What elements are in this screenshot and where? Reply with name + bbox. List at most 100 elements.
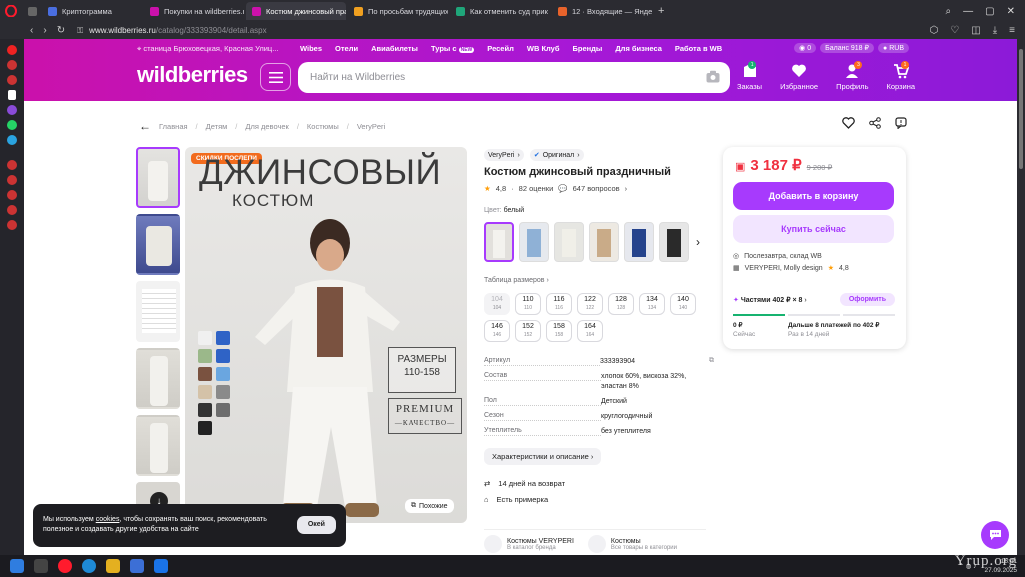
- menu-icon[interactable]: ≡: [1009, 25, 1015, 36]
- back-icon[interactable]: ‹: [30, 25, 33, 36]
- color-option[interactable]: [484, 222, 514, 262]
- cookie-link[interactable]: cookies: [96, 516, 120, 523]
- telegram-icon[interactable]: [7, 135, 17, 145]
- geo-location[interactable]: ⌖ станица Брюховецкая, Красная Улиц...: [137, 44, 278, 54]
- task-view-icon[interactable]: [34, 559, 48, 573]
- opera-taskbar-icon[interactable]: [58, 559, 72, 573]
- url-field[interactable]: ⚿ www.wildberries.ru/catalog/333393904/d…: [77, 26, 267, 36]
- currency-pill[interactable]: ● RUB: [877, 43, 909, 53]
- thumbnail[interactable]: [136, 147, 180, 208]
- settings-icon[interactable]: [7, 220, 17, 230]
- breadcrumb-item[interactable]: Детям: [206, 122, 228, 131]
- main-product-image[interactable]: СКИДКИ ПОСЛЕПИ ДЖИНСОВЫЙ КОСТЮМ РАЗМЕРЫ …: [185, 147, 467, 523]
- thumbnail[interactable]: [136, 281, 180, 342]
- opera-ai-icon[interactable]: [7, 45, 17, 55]
- header-action-2[interactable]: Избранное: [780, 63, 818, 91]
- top-nav-link[interactable]: Wibes: [300, 44, 322, 53]
- browser-tab[interactable]: По просьбам трудящих: [348, 2, 448, 20]
- size-option[interactable]: 122 122: [577, 293, 603, 315]
- size-option[interactable]: 146 146: [484, 320, 510, 342]
- size-option[interactable]: 140 140: [670, 293, 696, 315]
- seller-link[interactable]: VERYPERI, Molly design: [745, 265, 823, 272]
- buy-now-button[interactable]: Купить сейчас: [733, 215, 894, 243]
- back-arrow-icon[interactable]: ←: [139, 119, 151, 133]
- top-nav-link[interactable]: Для бизнеса: [615, 44, 662, 53]
- header-action-3[interactable]: 3 Профиль: [836, 61, 868, 91]
- thumbnail[interactable]: [136, 348, 180, 409]
- breadcrumb-item[interactable]: Костюмы: [307, 122, 339, 131]
- size-option[interactable]: 110 110: [515, 293, 541, 315]
- balance-pill[interactable]: Баланс 918 ₽: [820, 43, 874, 53]
- reviews-link[interactable]: 82 оценки: [519, 184, 554, 193]
- top-nav-link[interactable]: Отели: [335, 44, 358, 53]
- close-window-icon[interactable]: ✕: [1007, 6, 1015, 17]
- top-nav-link[interactable]: Авиабилеты: [371, 44, 418, 53]
- report-icon[interactable]: [895, 117, 907, 129]
- chat-button[interactable]: [981, 521, 1009, 549]
- size-option[interactable]: 134 134: [639, 293, 665, 315]
- size-option[interactable]: 128 128: [608, 293, 634, 315]
- search-tabs-icon[interactable]: ⌕: [946, 6, 952, 17]
- forward-icon[interactable]: ›: [43, 25, 46, 36]
- new-tab-button[interactable]: +: [652, 2, 670, 20]
- browser-tab[interactable]: 12 · Входящие — Яндек: [552, 2, 652, 20]
- color-option[interactable]: [589, 222, 619, 262]
- browser-tab[interactable]: Как отменить суд прик: [450, 2, 550, 20]
- header-action-1[interactable]: 1 Заказы: [737, 61, 762, 91]
- vpn-icon[interactable]: ⬡: [930, 25, 939, 36]
- related-link[interactable]: Костюмы Все товары в категории: [587, 535, 677, 553]
- size-option[interactable]: 116 116: [546, 293, 572, 315]
- browser-tab[interactable]: Криптограмма: [42, 2, 142, 20]
- size-table-link[interactable]: Таблица размеров ›: [484, 277, 549, 284]
- speed-dial-icon[interactable]: [7, 60, 17, 70]
- page-scrollbar[interactable]: [1017, 39, 1025, 555]
- bookmark-icon[interactable]: ♡: [950, 25, 959, 36]
- opera-menu-icon[interactable]: [0, 0, 22, 22]
- questions-link[interactable]: 647 вопросов: [573, 184, 620, 193]
- wallet-pill[interactable]: ◉ 0: [794, 43, 817, 53]
- cookie-ok-button[interactable]: Окей: [296, 516, 336, 534]
- installments-button[interactable]: Оформить: [839, 293, 895, 306]
- color-option[interactable]: [624, 222, 654, 262]
- size-option[interactable]: 104 104: [484, 293, 510, 315]
- search-input[interactable]: Найти на Wildberries: [298, 62, 730, 93]
- heart-icon[interactable]: [842, 117, 855, 129]
- similar-button[interactable]: ⧉ Похожие: [405, 499, 454, 513]
- downloads-sidebar-icon[interactable]: [7, 205, 17, 215]
- history-icon[interactable]: [7, 160, 17, 170]
- edge-icon[interactable]: [82, 559, 96, 573]
- breadcrumb-item[interactable]: Главная: [159, 122, 188, 131]
- add-to-cart-button[interactable]: Добавить в корзину: [733, 182, 894, 210]
- browser-tab[interactable]: Покупки на wildberries.ru: [144, 2, 244, 20]
- installments-label[interactable]: Частями 402 ₽ × 8: [741, 297, 803, 304]
- browser-tab[interactable]: Костюм джинсовый пра: [246, 2, 346, 20]
- catalog-menu-button[interactable]: [260, 63, 291, 91]
- clock-icon[interactable]: [7, 175, 17, 185]
- downloads-icon[interactable]: ⤓: [993, 25, 997, 36]
- brand-chip[interactable]: VeryPeri ›: [484, 149, 524, 161]
- related-link[interactable]: Костюмы VERYPERI В каталог бренда: [484, 535, 574, 553]
- maximize-icon[interactable]: ▢: [985, 6, 994, 17]
- top-nav-link[interactable]: Бренды: [573, 44, 603, 53]
- color-option[interactable]: [519, 222, 549, 262]
- outlook-icon[interactable]: [154, 559, 168, 573]
- copy-icon[interactable]: ⧉: [709, 357, 714, 367]
- breadcrumb-item[interactable]: VeryPeri: [357, 122, 385, 131]
- header-action-4[interactable]: 1 Корзина: [886, 61, 915, 91]
- extensions-icon[interactable]: [7, 190, 17, 200]
- size-option[interactable]: 158 158: [546, 320, 572, 342]
- reload-icon[interactable]: ↻: [57, 25, 65, 36]
- top-nav-link[interactable]: Туры с NEW: [431, 44, 475, 53]
- top-nav-link[interactable]: WB Клуб: [527, 44, 560, 53]
- news-icon[interactable]: [7, 75, 17, 85]
- aria-icon[interactable]: [8, 90, 16, 100]
- minimize-icon[interactable]: —: [963, 6, 973, 17]
- top-nav-link[interactable]: Работа в WB: [675, 44, 722, 53]
- camera-search-icon[interactable]: [706, 70, 720, 83]
- share-icon[interactable]: [869, 117, 881, 129]
- color-option[interactable]: [554, 222, 584, 262]
- breadcrumb-item[interactable]: Для девочек: [245, 122, 288, 131]
- thumbnail[interactable]: [136, 214, 180, 275]
- thumbnail[interactable]: [136, 415, 180, 476]
- details-button[interactable]: Характеристики и описание ›: [484, 448, 602, 465]
